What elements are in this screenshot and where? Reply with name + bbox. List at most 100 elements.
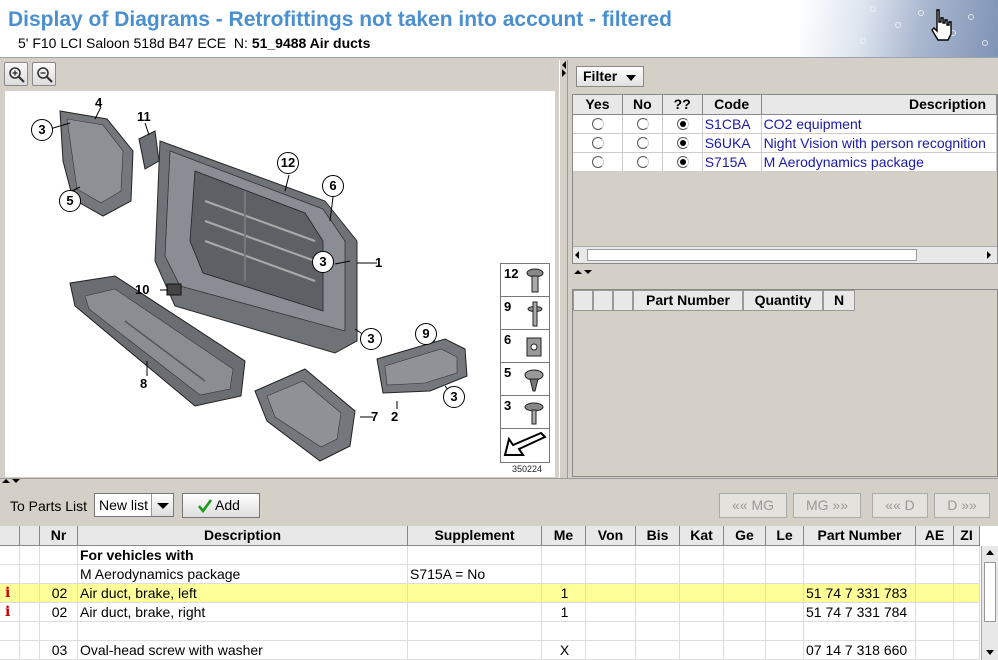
table-row[interactable] xyxy=(0,622,980,641)
header-banner xyxy=(800,0,998,57)
selected-parts-panel: Part Number Quantity N xyxy=(572,289,998,477)
radio-unknown[interactable] xyxy=(677,118,690,130)
col-bis[interactable]: Bis xyxy=(636,526,680,546)
callout-12[interactable]: 12 xyxy=(277,152,299,174)
chevron-down-icon[interactable] xyxy=(151,494,173,516)
diagram-id: 350224 xyxy=(512,464,543,474)
col-code[interactable]: Code xyxy=(703,95,762,114)
fastener-number: 6 xyxy=(504,332,512,347)
col-ge[interactable]: Ge xyxy=(724,526,766,546)
callout-3c[interactable]: 3 xyxy=(360,328,382,350)
next-mg-button[interactable]: MG »» xyxy=(793,493,861,518)
col-yes[interactable]: Yes xyxy=(573,95,623,114)
splitter-left-arrow-icon[interactable] xyxy=(562,61,566,69)
fastener-item[interactable]: 9 xyxy=(501,297,549,330)
selected-parts-header: Part Number Quantity N xyxy=(573,290,997,311)
col-ae[interactable]: AE xyxy=(916,526,954,546)
filter-row[interactable]: S6UKA Night Vision with person recogniti… xyxy=(573,134,997,153)
col-le[interactable]: Le xyxy=(766,526,804,546)
prev-d-button[interactable]: «« D xyxy=(872,493,928,518)
col-description[interactable]: Description xyxy=(762,95,997,114)
cell-supplement xyxy=(408,546,542,565)
radio-no[interactable] xyxy=(637,156,650,168)
zoom-out-button[interactable] xyxy=(32,62,56,86)
filter-code: S1CBA xyxy=(703,115,762,133)
scroll-right-icon[interactable] xyxy=(987,251,991,259)
add-button[interactable]: Add xyxy=(182,493,260,518)
splitter-down-arrow-icon[interactable] xyxy=(584,270,592,274)
cell-nr xyxy=(40,622,78,641)
table-row[interactable]: For vehicles with xyxy=(0,546,980,565)
splitter-down-icon[interactable] xyxy=(12,479,20,483)
scroll-down-icon[interactable] xyxy=(986,650,994,655)
info-icon[interactable]: i xyxy=(0,603,20,622)
horizontal-scrollbar[interactable] xyxy=(573,246,997,263)
col-n[interactable]: N xyxy=(823,290,855,311)
col-kat[interactable]: Kat xyxy=(680,526,724,546)
col-unknown[interactable]: ?? xyxy=(663,95,703,114)
col-description[interactable]: Description xyxy=(78,526,408,546)
scroll-thumb[interactable] xyxy=(984,562,996,622)
col-zi[interactable]: ZI xyxy=(954,526,980,546)
callout-3[interactable]: 3 xyxy=(31,119,53,141)
col-part-number[interactable]: Part Number xyxy=(804,526,916,546)
fastener-item[interactable]: 12 xyxy=(501,264,549,297)
col-part-number[interactable]: Part Number xyxy=(633,290,743,311)
horizontal-splitter[interactable] xyxy=(0,478,998,485)
col-von[interactable]: Von xyxy=(586,526,636,546)
filter-row[interactable]: S715A M Aerodynamics package xyxy=(573,153,997,172)
callout-10[interactable]: 10 xyxy=(135,282,149,298)
table-row[interactable]: M Aerodynamics package S715A = No xyxy=(0,565,980,584)
parts-diagram[interactable]: 3 4 11 5 12 6 3 1 10 3 9 8 3 7 2 12 9 6 xyxy=(5,91,555,477)
table-row[interactable]: i 02 Air duct, brake, right 1 51 74 7 33… xyxy=(0,603,980,622)
fastener-item[interactable]: 5 xyxy=(501,363,549,396)
col-quantity[interactable]: Quantity xyxy=(743,290,823,311)
filter-dropdown[interactable]: Filter xyxy=(576,66,644,87)
splitter-up-arrow-icon[interactable] xyxy=(574,270,582,274)
col-no[interactable]: No xyxy=(623,95,663,114)
fastener-item[interactable]: 3 xyxy=(501,396,549,429)
info-icon xyxy=(0,546,20,565)
callout-3b[interactable]: 3 xyxy=(312,251,334,273)
table-row[interactable]: 03 Oval-head screw with washer X 07 14 7… xyxy=(0,641,980,660)
cell-supplement xyxy=(408,584,542,603)
prev-mg-button[interactable]: «« MG xyxy=(719,493,787,518)
callout-8[interactable]: 8 xyxy=(140,376,147,392)
vertical-splitter[interactable] xyxy=(559,60,568,478)
callout-4[interactable]: 4 xyxy=(95,95,102,111)
radio-no[interactable] xyxy=(637,137,650,149)
parts-list-select[interactable]: New list xyxy=(94,493,174,517)
callout-3d[interactable]: 3 xyxy=(443,386,465,408)
zoom-in-button[interactable] xyxy=(4,62,28,86)
callout-7[interactable]: 7 xyxy=(371,409,378,425)
col-nr[interactable]: Nr xyxy=(40,526,78,546)
radio-yes[interactable] xyxy=(592,137,605,149)
fastener-item[interactable]: 6 xyxy=(501,330,549,363)
info-icon[interactable]: i xyxy=(0,584,20,603)
radio-unknown[interactable] xyxy=(677,137,690,149)
radio-no[interactable] xyxy=(637,118,650,130)
callout-1[interactable]: 1 xyxy=(375,255,382,271)
next-diagram-arrow[interactable] xyxy=(501,429,549,462)
callout-11[interactable]: 11 xyxy=(137,109,151,125)
col-me[interactable]: Me xyxy=(542,526,586,546)
callout-5[interactable]: 5 xyxy=(59,190,81,212)
next-d-button[interactable]: D »» xyxy=(934,493,990,518)
scroll-thumb[interactable] xyxy=(587,249,917,261)
callout-9[interactable]: 9 xyxy=(415,323,437,345)
cell-description: Oval-head screw with washer xyxy=(78,641,408,660)
callout-6[interactable]: 6 xyxy=(322,175,344,197)
col-supplement[interactable]: Supplement xyxy=(408,526,542,546)
filter-row[interactable]: S1CBA CO2 equipment xyxy=(573,115,997,134)
vertical-scrollbar[interactable] xyxy=(981,546,998,660)
scroll-up-icon[interactable] xyxy=(986,550,994,555)
splitter-right-arrow-icon[interactable] xyxy=(562,69,566,77)
radio-yes[interactable] xyxy=(592,156,605,168)
cell-me xyxy=(542,622,586,641)
radio-yes[interactable] xyxy=(592,118,605,130)
splitter-up-icon[interactable] xyxy=(2,479,10,483)
table-row[interactable]: i 02 Air duct, brake, left 1 51 74 7 331… xyxy=(0,584,980,603)
callout-2[interactable]: 2 xyxy=(391,409,398,425)
scroll-left-icon[interactable] xyxy=(575,251,579,259)
radio-unknown[interactable] xyxy=(677,156,690,168)
